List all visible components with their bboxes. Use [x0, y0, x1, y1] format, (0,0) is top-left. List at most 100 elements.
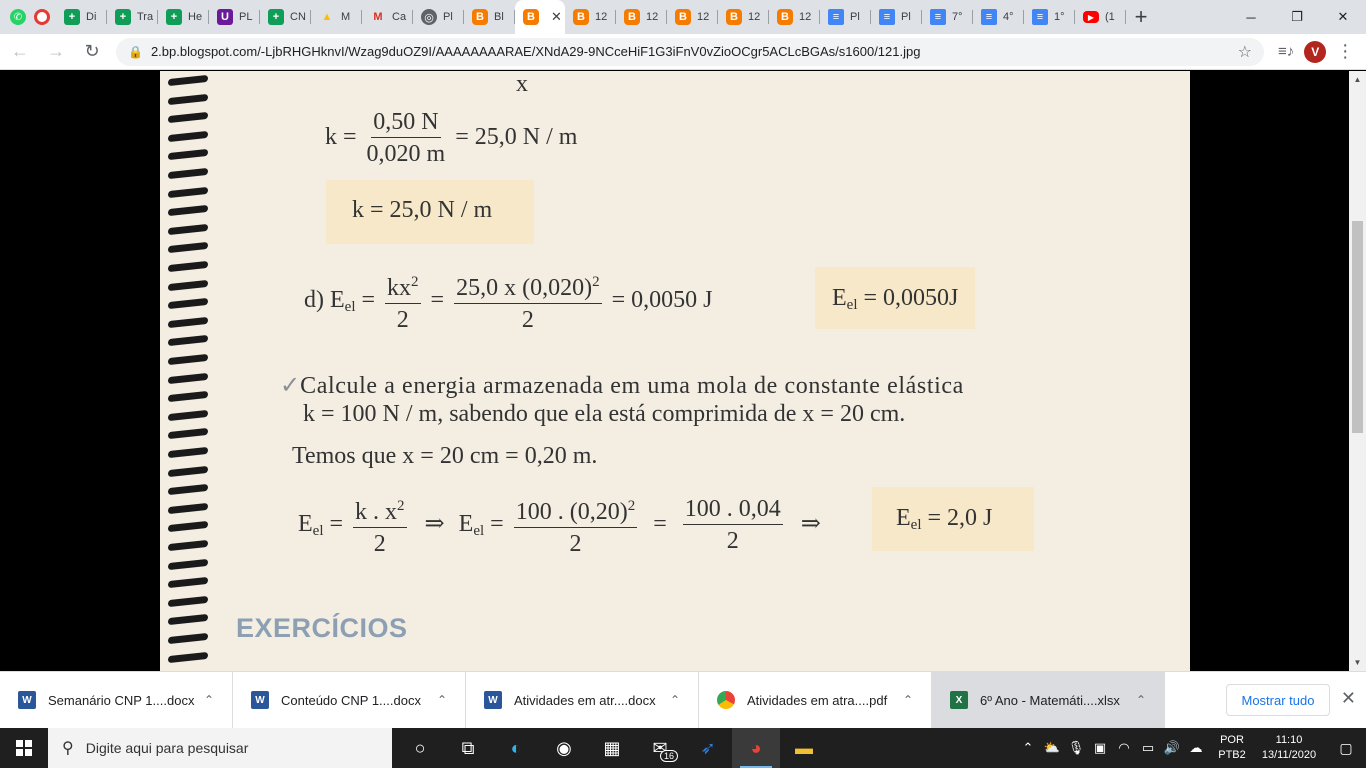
browser-tab[interactable]: ▲ M	[311, 0, 362, 34]
new-tab-button[interactable]: +	[1126, 0, 1156, 34]
e-equation: Eel = k . x2 2 ⇒ Eel = 100 . (0,20)2 2 =…	[298, 491, 829, 560]
chevron-up-icon[interactable]: ⌃	[670, 693, 680, 707]
d-fraction-2: 25,0 x (0,020)2 2	[454, 267, 602, 336]
blogger-icon: B	[777, 9, 793, 25]
battery-icon[interactable]: ▭	[1136, 740, 1160, 756]
show-all-button[interactable]: Mostrar tudo	[1226, 684, 1330, 716]
docs-icon: ≡	[879, 9, 895, 25]
browser-tab[interactable]: U PL	[209, 0, 260, 34]
store-icon[interactable]: ▦	[588, 728, 636, 768]
spiral-coil	[168, 74, 208, 87]
chevron-up-icon[interactable]: ⌃	[903, 693, 913, 707]
d-f2-num: 25,0 x (0,020)	[456, 275, 593, 301]
browser-tab[interactable]: + He	[158, 0, 209, 34]
download-item[interactable]: W Semanário CNP 1....docx ⌃	[0, 671, 233, 729]
tab-label: Bl	[494, 11, 504, 23]
drive-icon: ▲	[321, 11, 333, 23]
chevron-up-icon[interactable]: ⌃	[1136, 693, 1146, 707]
download-item[interactable]: X 6º Ano - Matemáti....xlsx ⌃	[932, 671, 1165, 729]
show-hidden-icons-icon[interactable]: ⌃	[1016, 740, 1040, 756]
forward-button[interactable]: →	[40, 36, 72, 68]
task-view-icon[interactable]: ⧉	[444, 728, 492, 768]
e-sub-2: el	[473, 523, 485, 540]
sheets-icon: +	[115, 9, 131, 25]
browser-tab[interactable]: ≡ Pl	[871, 0, 922, 34]
browser-tab[interactable]: M Ca	[362, 0, 413, 34]
address-bar[interactable]: 🔒 2.bp.blogspot.com/-LjbRHGHknvI/Wzag9du…	[116, 37, 1264, 66]
lock-icon[interactable]: 🔒	[128, 45, 143, 59]
language-indicator[interactable]: POR PTB2	[1212, 733, 1252, 763]
vertical-scrollbar[interactable]: ▲ ▼	[1349, 71, 1366, 671]
start-button[interactable]	[0, 728, 48, 768]
purple-icon: U	[217, 9, 233, 25]
taskbar-search[interactable]: ⚲ Digite aqui para pesquisar	[48, 728, 392, 768]
close-shelf-icon[interactable]: ✕	[1341, 688, 1356, 709]
whatsapp-icon[interactable]: ✆	[10, 9, 26, 25]
browser-tab[interactable]: B ✕	[515, 0, 565, 34]
tab-label: 4°	[1003, 11, 1014, 23]
browser-tab[interactable]: B 12	[565, 0, 616, 34]
record-icon[interactable]	[34, 9, 50, 25]
scrollbar-thumb[interactable]	[1352, 221, 1363, 433]
d-rhs: = 0,0050 J	[611, 287, 713, 314]
chevron-up-icon[interactable]: ⌃	[437, 693, 447, 707]
browser-tab[interactable]: ≡ 1°	[1024, 0, 1075, 34]
spiral-coil	[168, 521, 208, 533]
back-button[interactable]: ←	[4, 36, 36, 68]
browser-tab[interactable]: B 12	[616, 0, 667, 34]
wifi-icon[interactable]: ◠	[1112, 740, 1136, 756]
menu-kebab-icon[interactable]: ⋮	[1336, 41, 1354, 62]
volume-icon[interactable]: 🔊	[1160, 740, 1184, 756]
browser-tab[interactable]: B 12	[769, 0, 820, 34]
download-item[interactable]: W Conteúdo CNP 1....docx ⌃	[233, 671, 466, 729]
scroll-down-arrow-icon[interactable]: ▼	[1349, 654, 1366, 671]
microphone-icon[interactable]: 🎙	[1064, 740, 1088, 756]
spiral-coil	[168, 298, 208, 310]
close-tab-icon[interactable]: ✕	[551, 9, 562, 25]
scroll-up-arrow-icon[interactable]: ▲	[1349, 71, 1366, 88]
windows-taskbar: ⚲ Digite aqui para pesquisar ○ ⧉ ◐ ◉ ▦ ✉…	[0, 728, 1366, 768]
cortana-icon[interactable]: ○	[396, 728, 444, 768]
tab-label: Pl	[850, 11, 860, 23]
docs-icon: ≡	[828, 9, 844, 25]
browser-tab[interactable]: B 12	[667, 0, 718, 34]
display-icon[interactable]: ▣	[1088, 740, 1112, 756]
globe-icon: ◎	[421, 9, 437, 25]
chrome-icon[interactable]: ◕	[732, 728, 780, 768]
speedtest-icon[interactable]: ➶	[684, 728, 732, 768]
tab-strip: ✆ + Di + Tra + He U PL + CN ▲ M M Ca ◎ Pl B Bl B ✕ B 12 B 12 B 12…	[0, 0, 1366, 34]
browser-tab[interactable]: ▶ (1	[1075, 0, 1126, 34]
chevron-up-icon[interactable]: ⌃	[204, 693, 214, 707]
onedrive-icon[interactable]: ☁	[1184, 740, 1208, 756]
browser-toolbar: ← → ↻ 🔒 2.bp.blogspot.com/-LjbRHGHknvI/W…	[0, 34, 1366, 70]
profile-avatar[interactable]: V	[1304, 40, 1327, 63]
spiral-coil	[168, 558, 208, 570]
edge-icon[interactable]: ◐	[492, 728, 540, 768]
browser-tab[interactable]: + Tra	[107, 0, 158, 34]
browser-tab[interactable]: ≡ Pl	[820, 0, 871, 34]
mail-icon[interactable]: ✉ 16	[636, 728, 684, 768]
spiral-coil	[168, 149, 208, 161]
close-window-button[interactable]: ✕	[1320, 0, 1366, 34]
restore-button[interactable]: ❐	[1274, 0, 1320, 34]
browser-tab[interactable]: + Di	[56, 0, 107, 34]
weather-warning-icon[interactable]: ⛅	[1040, 740, 1064, 756]
download-item[interactable]: W Atividades em atr....docx ⌃	[466, 671, 699, 729]
file-explorer-icon[interactable]: ▬	[780, 728, 828, 768]
browser-tab[interactable]: + CN	[260, 0, 311, 34]
download-item[interactable]: Atividades em atra....pdf ⌃	[699, 671, 932, 729]
reload-button[interactable]: ↻	[76, 36, 108, 68]
browser-tab[interactable]: B 12	[718, 0, 769, 34]
obs-icon[interactable]: ◉	[540, 728, 588, 768]
word-file-icon: W	[251, 691, 269, 709]
bookmark-star-icon[interactable]: ☆	[1238, 42, 1252, 62]
media-control-icon[interactable]: ≡♪	[1278, 43, 1294, 60]
notifications-icon[interactable]: ▢	[1326, 740, 1366, 757]
browser-tab[interactable]: ≡ 4°	[973, 0, 1024, 34]
browser-tab[interactable]: ≡ 7°	[922, 0, 973, 34]
browser-tab[interactable]: B Bl	[464, 0, 515, 34]
d-result: Eel = 0,0050J	[832, 285, 958, 314]
minimize-button[interactable]: ─	[1228, 0, 1274, 34]
browser-tab[interactable]: ◎ Pl	[413, 0, 464, 34]
clock[interactable]: 11:10 13/11/2020	[1252, 733, 1326, 763]
